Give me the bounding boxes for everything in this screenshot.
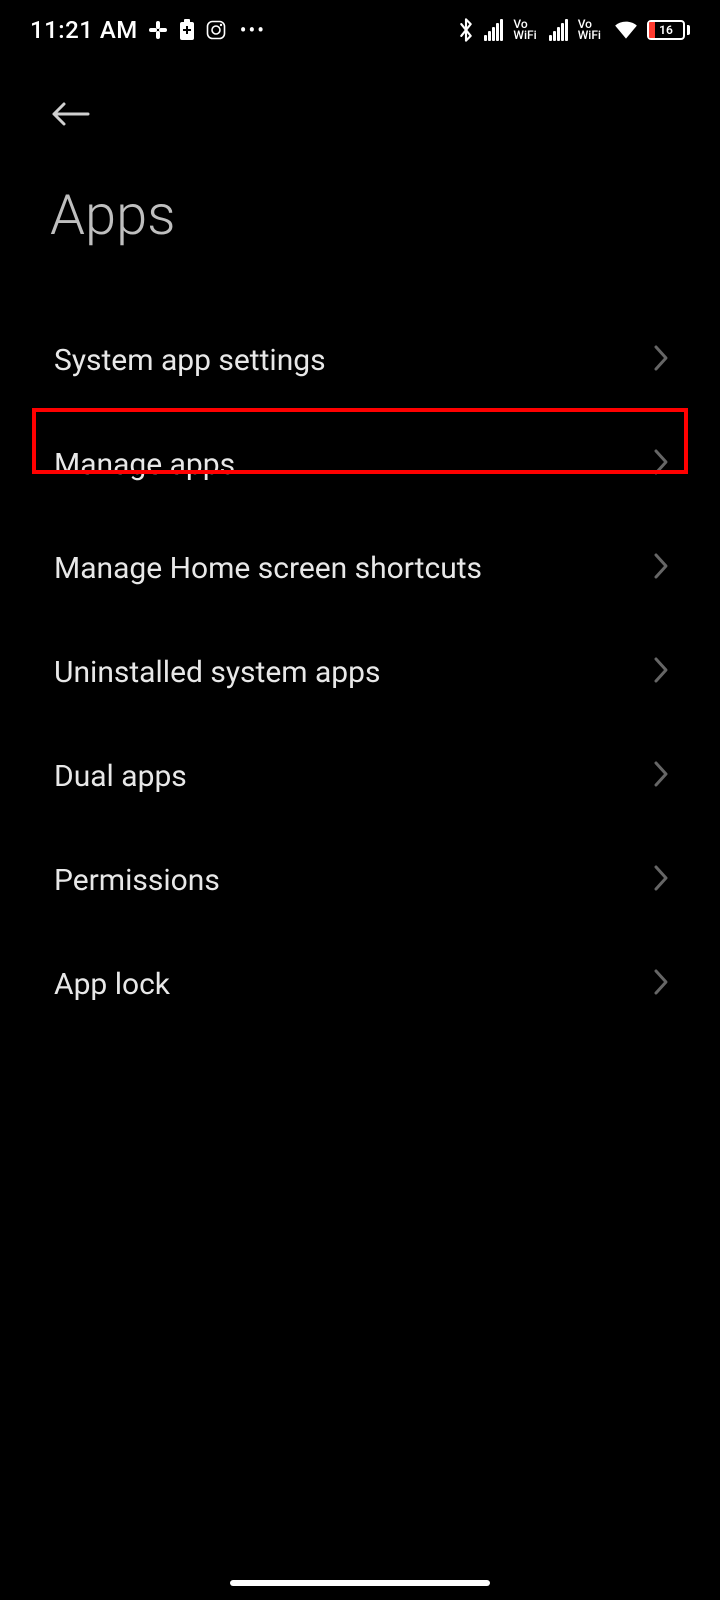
- home-indicator[interactable]: [230, 1580, 490, 1586]
- item-manage-home-shortcuts[interactable]: Manage Home screen shortcuts: [0, 516, 720, 620]
- battery-percent: 16: [649, 23, 683, 37]
- status-right: Vo WiFi Vo WiFi 16: [456, 17, 690, 43]
- status-left: 11:21 AM •••: [30, 16, 266, 44]
- item-uninstalled-system-apps[interactable]: Uninstalled system apps: [0, 620, 720, 724]
- chevron-right-icon: [652, 759, 670, 793]
- slack-icon: [148, 20, 168, 40]
- item-manage-apps[interactable]: Manage apps: [0, 412, 720, 516]
- more-notifications-icon: •••: [240, 18, 266, 42]
- wifi-icon: [613, 17, 639, 43]
- list-item-label: App lock: [54, 967, 170, 1002]
- item-app-lock[interactable]: App lock: [0, 932, 720, 1036]
- settings-list: System app settings Manage apps Manage H…: [0, 308, 720, 1036]
- chevron-right-icon: [652, 967, 670, 1001]
- list-item-label: Uninstalled system apps: [54, 655, 380, 690]
- list-item-label: Manage apps: [54, 447, 235, 482]
- signal-bars-sim2-icon: [549, 19, 568, 41]
- chevron-right-icon: [652, 863, 670, 897]
- item-dual-apps[interactable]: Dual apps: [0, 724, 720, 828]
- chevron-right-icon: [652, 343, 670, 377]
- back-arrow-icon[interactable]: [50, 113, 90, 132]
- instagram-icon: [206, 20, 226, 40]
- vowifi-label-sim2: Vo WiFi: [578, 19, 601, 41]
- status-bar: 11:21 AM ••• Vo WiFi Vo: [0, 0, 720, 60]
- signal-bars-sim1-icon: [484, 19, 503, 41]
- list-item-label: Permissions: [54, 863, 220, 898]
- list-item-label: System app settings: [54, 343, 326, 378]
- status-time: 11:21 AM: [30, 16, 138, 44]
- item-system-app-settings[interactable]: System app settings: [0, 308, 720, 412]
- list-item-label: Manage Home screen shortcuts: [54, 551, 482, 586]
- battery-saver-icon: [178, 19, 196, 41]
- vowifi-label-sim1: Vo WiFi: [513, 19, 536, 41]
- list-item-label: Dual apps: [54, 759, 187, 794]
- chevron-right-icon: [652, 655, 670, 689]
- bluetooth-icon: [456, 17, 476, 43]
- chevron-right-icon: [652, 447, 670, 481]
- battery-indicator: 16: [647, 20, 690, 40]
- item-permissions[interactable]: Permissions: [0, 828, 720, 932]
- page-title: Apps: [0, 142, 720, 308]
- chevron-right-icon: [652, 551, 670, 585]
